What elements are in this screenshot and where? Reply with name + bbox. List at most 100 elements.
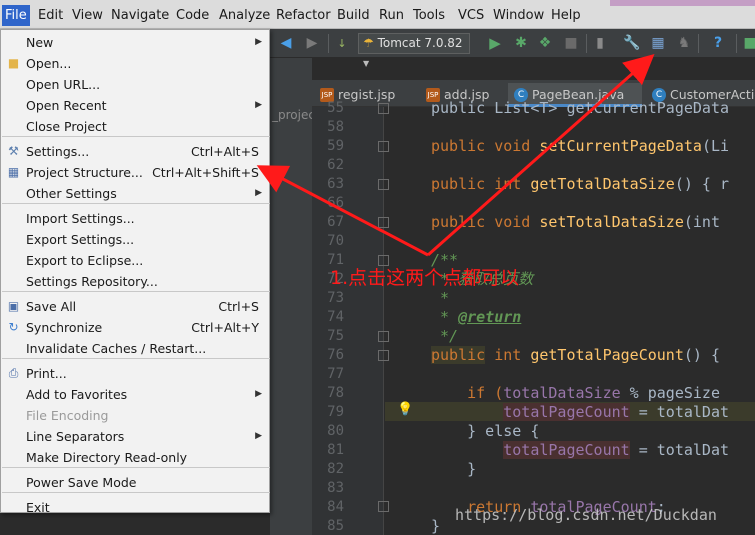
line-number: 55: [327, 100, 344, 116]
project-tool-panel: [270, 58, 312, 535]
debug-bug-icon[interactable]: ✱: [511, 33, 531, 53]
menu-separator: [2, 358, 270, 359]
back-arrow-icon[interactable]: ◀: [276, 33, 296, 53]
menu-code[interactable]: Code: [173, 6, 212, 25]
project-structure-icon: ▦: [7, 165, 20, 179]
file-menu-item-settings-repository[interactable]: Settings Repository...: [1, 271, 269, 292]
line-number: 80: [327, 423, 344, 439]
file-menu-item-close-project[interactable]: Close Project: [1, 116, 269, 137]
submenu-arrow-icon: ▶: [255, 431, 262, 441]
submenu-arrow-icon: ▶: [255, 100, 262, 110]
line-number: 84: [327, 499, 344, 515]
line-number: 62: [327, 157, 344, 173]
coverage-icon[interactable]: ❖: [535, 33, 555, 53]
menu-item-label: Open URL...: [26, 77, 101, 92]
file-menu-item-open-recent[interactable]: Open Recent ▶: [1, 95, 269, 116]
submenu-arrow-icon: ▶: [255, 37, 262, 47]
fold-marker-icon[interactable]: [378, 217, 389, 228]
settings-wrench-icon: ⚒: [8, 144, 19, 158]
line-number: 77: [327, 366, 344, 382]
menu-item-label: Add to Favorites: [26, 387, 128, 402]
menu-item-label: Settings...: [26, 144, 90, 159]
menu-view[interactable]: View: [69, 6, 106, 25]
menu-separator: [2, 136, 270, 137]
menu-item-label: Print...: [26, 366, 67, 381]
file-menu-item-synchronize[interactable]: ↻ Synchronize Ctrl+Alt+Y: [1, 317, 269, 338]
fold-marker-icon[interactable]: [378, 350, 389, 361]
menu-item-shortcut: Ctrl+Alt+S: [190, 144, 259, 159]
file-menu-item-new[interactable]: New ▶: [1, 32, 269, 53]
menu-run[interactable]: Run: [376, 6, 407, 25]
menu-item-label: Power Save Mode: [26, 475, 137, 490]
run-icon[interactable]: ▶: [485, 33, 505, 53]
forward-arrow-icon[interactable]: ▶: [302, 33, 322, 53]
fold-marker-icon[interactable]: [378, 331, 389, 342]
file-menu-item-exit[interactable]: Exit: [1, 497, 269, 518]
line-number: 58: [327, 119, 344, 135]
help-icon[interactable]: ?: [708, 33, 728, 53]
file-menu-item-open[interactable]: ■ Open...: [1, 53, 269, 74]
run-configuration-label: Tomcat 7.0.82: [377, 36, 463, 50]
menu-window[interactable]: Window: [490, 6, 547, 25]
fold-marker-icon[interactable]: [378, 141, 389, 152]
menu-help[interactable]: Help: [548, 6, 584, 25]
code-line: }: [431, 460, 477, 478]
file-menu-item-export-settings[interactable]: Export Settings...: [1, 229, 269, 250]
file-menu-item-export-to-eclipse[interactable]: Export to Eclipse...: [1, 250, 269, 271]
file-menu-item-file-encoding: File Encoding: [1, 405, 269, 426]
menu-navigate[interactable]: Navigate: [108, 6, 172, 25]
menu-refactor[interactable]: Refactor: [273, 6, 334, 25]
file-menu-item-open-url[interactable]: Open URL...: [1, 74, 269, 95]
build-arrow-icon[interactable]: ↓: [332, 33, 352, 53]
module-icon[interactable]: ▮: [590, 33, 610, 53]
run-configuration-select[interactable]: ☂ Tomcat 7.0.82 ▼: [358, 33, 470, 68]
file-menu-item-save-all[interactable]: ▣ Save All Ctrl+S: [1, 296, 269, 317]
menu-edit[interactable]: Edit: [35, 6, 66, 25]
fold-marker-icon[interactable]: [378, 501, 389, 512]
file-menu-item-invalidate-caches-restart[interactable]: Invalidate Caches / Restart...: [1, 338, 269, 359]
line-number: 73: [327, 290, 344, 306]
menu-vcs[interactable]: VCS: [455, 6, 487, 25]
settings-wrench-icon[interactable]: 🔧: [622, 33, 642, 53]
stop-icon[interactable]: ■: [561, 33, 581, 53]
file-menu-item-power-save-mode[interactable]: Power Save Mode: [1, 472, 269, 493]
file-menu-dropdown: New ▶ ■ Open... Open URL... Open Recent ▶ Close…: [0, 29, 270, 515]
code-line: * @return: [431, 308, 522, 326]
file-menu-item-other-settings[interactable]: Other Settings ▶: [1, 183, 269, 204]
menu-separator: [2, 291, 270, 292]
file-menu-item-project-structure[interactable]: ▦ Project Structure... Ctrl+Alt+Shift+S: [1, 162, 269, 183]
file-menu-item-make-directory-read-only[interactable]: Make Directory Read-only: [1, 447, 269, 468]
menu-item-shortcut: Ctrl+Alt+Shift+S: [152, 165, 259, 180]
line-number: 83: [327, 480, 344, 496]
project-structure-icon[interactable]: ▦: [648, 33, 668, 53]
menu-item-label: Other Settings: [26, 186, 117, 201]
menu-item-label: New: [26, 35, 54, 50]
menu-build[interactable]: Build: [334, 6, 373, 25]
folder-icon: ■: [7, 56, 20, 70]
project-panel-label: _projec: [272, 108, 315, 122]
file-menu-item-add-to-favorites[interactable]: Add to Favorites ▶: [1, 384, 269, 405]
menu-file[interactable]: File: [2, 5, 30, 26]
line-number: 59: [327, 138, 344, 154]
file-menu-item-settings[interactable]: ⚒ Settings... Ctrl+Alt+S: [1, 141, 269, 162]
code-line: public int getTotalDataSize() { r: [431, 175, 730, 193]
main-toolbar: ◀ ▶ ↓ ☂ Tomcat 7.0.82 ▼ ▶ ✱ ❖ ■ ▮ 🔧 ▦ ♞ …: [270, 29, 755, 68]
menu-item-label: Project Structure...: [26, 165, 143, 180]
sdk-icon[interactable]: ♞: [674, 33, 694, 53]
menu-item-label: Open Recent: [26, 98, 107, 113]
file-menu-item-line-separators[interactable]: Line Separators ▶: [1, 426, 269, 447]
lightbulb-icon[interactable]: 💡: [397, 402, 413, 417]
menu-tools[interactable]: Tools: [410, 6, 448, 25]
line-number: 70: [327, 233, 344, 249]
fold-marker-icon[interactable]: [378, 103, 389, 114]
file-menu-item-print[interactable]: ⎙ Print...: [1, 363, 269, 384]
vcs-icon[interactable]: ■: [740, 33, 755, 53]
file-menu-item-import-settings[interactable]: Import Settings...: [1, 208, 269, 229]
menu-analyze[interactable]: Analyze: [216, 6, 273, 25]
print-icon: ⎙: [8, 366, 19, 380]
fold-marker-icon[interactable]: [378, 179, 389, 190]
menu-item-label: Exit: [26, 500, 50, 515]
menu-item-label: File Encoding: [26, 408, 109, 423]
line-number: 82: [327, 461, 344, 477]
menu-item-shortcut: Ctrl+S: [218, 299, 259, 314]
